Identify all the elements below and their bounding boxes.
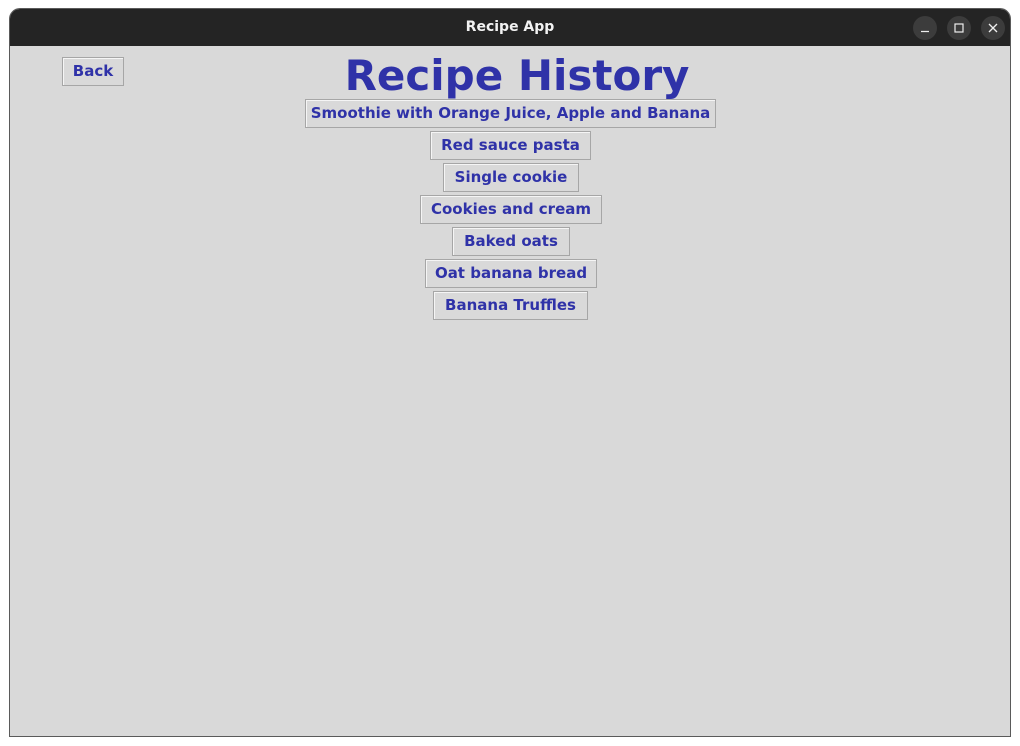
recipe-button-baked-oats[interactable]: Baked oats	[452, 227, 570, 256]
app-window: Recipe App Back Recipe History Smoothie …	[9, 8, 1011, 737]
maximize-button[interactable]	[947, 16, 971, 40]
window-title: Recipe App	[465, 19, 555, 35]
maximize-icon	[954, 23, 964, 33]
title-bar[interactable]: Recipe App	[10, 9, 1010, 46]
recipe-button-banana-truffles[interactable]: Banana Truffles	[433, 291, 588, 320]
minimize-icon	[921, 30, 929, 33]
recipe-button-red-sauce-pasta[interactable]: Red sauce pasta	[430, 131, 591, 160]
recipe-button-smoothie[interactable]: Smoothie with Orange Juice, Apple and Ba…	[305, 99, 716, 128]
recipe-button-single-cookie[interactable]: Single cookie	[443, 163, 579, 192]
close-button[interactable]	[981, 16, 1005, 40]
recipe-button-oat-banana-bread[interactable]: Oat banana bread	[425, 259, 597, 288]
recipe-button-cookies-and-cream[interactable]: Cookies and cream	[420, 195, 602, 224]
page-title-text: Recipe History	[344, 51, 690, 100]
minimize-button[interactable]	[913, 16, 937, 40]
close-icon	[988, 23, 998, 33]
main-content: Back Recipe History Smoothie with Orange…	[10, 46, 1010, 736]
page-title: Recipe History	[10, 51, 1010, 101]
